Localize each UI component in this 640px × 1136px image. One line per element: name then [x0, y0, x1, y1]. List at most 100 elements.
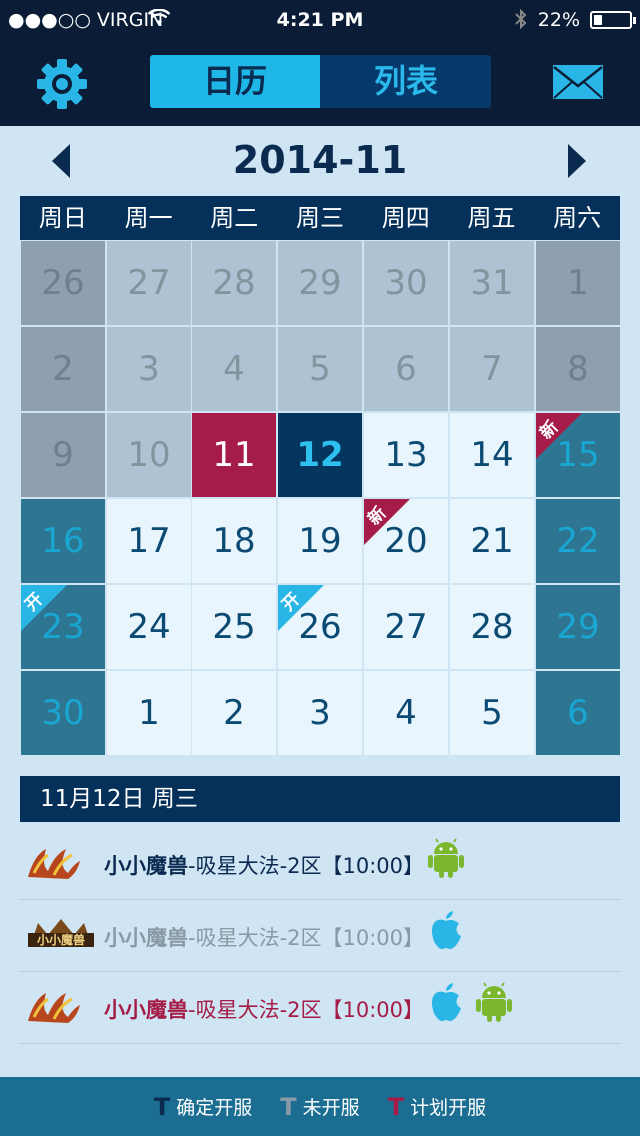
day-number: 22: [556, 521, 600, 561]
weekday-header: 周日 周一 周二 周三 周四 周五 周六: [20, 196, 620, 240]
tab-list[interactable]: 列表: [321, 55, 491, 108]
calendar-day-cell[interactable]: 24: [106, 584, 192, 670]
day-number: 18: [212, 521, 256, 561]
svg-text:小小魔兽: 小小魔兽: [37, 932, 85, 947]
calendar-day-cell[interactable]: 9: [20, 412, 106, 498]
event-row[interactable]: 小小魔兽-吸星大法-2区【10:00】: [20, 828, 620, 900]
day-number: 16: [41, 521, 85, 561]
day-tag-badge: 开: [21, 585, 67, 640]
day-number: 31: [470, 263, 514, 303]
day-tag-badge: 新: [364, 499, 410, 554]
calendar-day-cell[interactable]: 25: [191, 584, 277, 670]
calendar-day-cell[interactable]: 6: [535, 670, 621, 756]
battery-icon: [590, 11, 636, 29]
event-game-name: 小小魔兽: [104, 926, 188, 950]
calendar-day-cell[interactable]: 26: [20, 240, 106, 326]
day-number: 5: [309, 349, 331, 389]
tab-calendar[interactable]: 日历: [150, 55, 320, 108]
next-month-arrow-icon[interactable]: [568, 144, 586, 178]
day-number: 30: [384, 263, 428, 303]
calendar-day-cell[interactable]: 1: [106, 670, 192, 756]
day-number: 28: [470, 607, 514, 647]
calendar-day-cell[interactable]: 13: [363, 412, 449, 498]
calendar-day-cell[interactable]: 16: [20, 498, 106, 584]
calendar-day-cell[interactable]: 23 开: [20, 584, 106, 670]
day-number: 2: [223, 693, 245, 733]
day-number: 2: [52, 349, 74, 389]
calendar-day-cell[interactable]: 30: [363, 240, 449, 326]
calendar-day-cell[interactable]: 4: [191, 326, 277, 412]
calendar-day-cell[interactable]: 29: [277, 240, 363, 326]
calendar-day-cell[interactable]: 19: [277, 498, 363, 584]
nav-bar: 日历 列表: [0, 40, 640, 126]
legend-label: 未开服: [302, 1097, 360, 1119]
platform-icons: [428, 982, 512, 1022]
weekday-label: 周三: [296, 204, 345, 232]
day-number: 29: [556, 607, 600, 647]
calendar-day-cell[interactable]: 18: [191, 498, 277, 584]
calendar-day-cell[interactable]: 10: [106, 412, 192, 498]
settings-gear-icon[interactable]: [36, 58, 88, 114]
platform-icons: [428, 910, 464, 950]
calendar-day-cell[interactable]: 3: [277, 670, 363, 756]
calendar-day-cell[interactable]: 1: [535, 240, 621, 326]
calendar-day-cell[interactable]: 22: [535, 498, 621, 584]
day-number: 1: [567, 263, 589, 303]
calendar-day-cell[interactable]: 20 新: [363, 498, 449, 584]
event-server-info: -吸星大法-2区【10:00】: [188, 926, 425, 950]
month-header: 2014-11: [0, 126, 640, 196]
legend-label: 计划开服: [410, 1097, 487, 1119]
day-number: 24: [127, 607, 171, 647]
event-row[interactable]: 小小魔兽-吸星大法-2区【10:00】: [20, 972, 620, 1044]
calendar-day-cell[interactable]: 29: [535, 584, 621, 670]
calendar-day-cell[interactable]: 15 新: [535, 412, 621, 498]
calendar-day-cell[interactable]: 12: [277, 412, 363, 498]
event-game-name: 小小魔兽: [104, 998, 188, 1022]
calendar-day-cell[interactable]: 5: [449, 670, 535, 756]
day-number: 12: [296, 435, 344, 475]
t-marker-icon: T: [387, 1092, 405, 1121]
swordsman-logo-icon: [24, 987, 84, 1033]
calendar-day-cell[interactable]: 26 开: [277, 584, 363, 670]
day-number: 25: [212, 607, 256, 647]
calendar-day-cell[interactable]: 27: [106, 240, 192, 326]
calendar-day-cell[interactable]: 31: [449, 240, 535, 326]
day-number: 27: [384, 607, 428, 647]
android-icon: [428, 838, 464, 878]
event-game-name: 小小魔兽: [104, 854, 188, 878]
calendar-day-cell[interactable]: 2: [20, 326, 106, 412]
month-title: 2014-11: [232, 138, 408, 182]
calendar-day-cell[interactable]: 28: [191, 240, 277, 326]
day-number: 6: [567, 693, 589, 733]
apple-icon: [432, 983, 461, 1021]
day-number: 3: [309, 693, 331, 733]
calendar-grid: 26 27 28 29 30 31 1 2 3 4 5 6 7 8 9 10 11 12 13 14 15 新 16 17 18…: [20, 240, 621, 756]
calendar-day-cell[interactable]: 8: [535, 326, 621, 412]
calendar-day-cell[interactable]: 14: [449, 412, 535, 498]
legend-label: 确定开服: [176, 1097, 253, 1119]
calendar-day-cell[interactable]: 30: [20, 670, 106, 756]
calendar-day-cell[interactable]: 11: [191, 412, 277, 498]
view-segmented-control: 日历 列表: [150, 55, 491, 108]
calendar-day-cell[interactable]: 21: [449, 498, 535, 584]
weekday-label: 周日: [38, 204, 87, 232]
event-title: 小小魔兽-吸星大法-2区【10:00】: [104, 994, 424, 1024]
calendar-day-cell[interactable]: 6: [363, 326, 449, 412]
calendar-day-cell[interactable]: 7: [449, 326, 535, 412]
calendar-day-cell[interactable]: 4: [363, 670, 449, 756]
calendar-day-cell[interactable]: 27: [363, 584, 449, 670]
day-number: 21: [470, 521, 514, 561]
android-icon: [476, 982, 512, 1022]
event-title: 小小魔兽-吸星大法-2区【10:00】: [104, 922, 424, 952]
legend-item: T 确定开服: [154, 1093, 252, 1121]
day-number: 26: [41, 263, 85, 303]
calendar-day-cell[interactable]: 2: [191, 670, 277, 756]
day-number: 4: [395, 693, 417, 733]
calendar-day-cell[interactable]: 17: [106, 498, 192, 584]
calendar-day-cell[interactable]: 3: [106, 326, 192, 412]
event-row[interactable]: 小小魔兽 小小魔兽-吸星大法-2区【10:00】: [20, 900, 620, 972]
mail-icon[interactable]: [552, 64, 604, 104]
event-title: 小小魔兽-吸星大法-2区【10:00】: [104, 850, 424, 880]
calendar-day-cell[interactable]: 5: [277, 326, 363, 412]
calendar-day-cell[interactable]: 28: [449, 584, 535, 670]
